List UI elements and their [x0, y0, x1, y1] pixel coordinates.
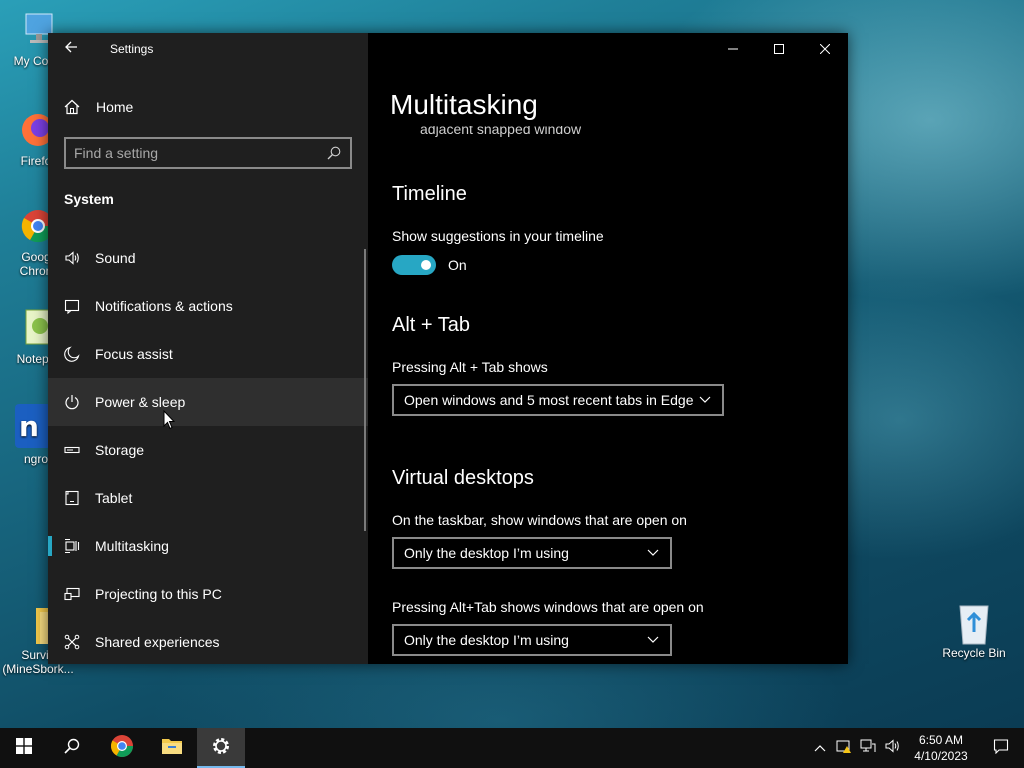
- sidebar-item-label: Tablet: [95, 490, 133, 506]
- toggle-knob: [421, 260, 431, 270]
- mouse-cursor-icon: [163, 409, 176, 430]
- system-nav-list: Sound Notifications & actions Focus assi…: [48, 234, 368, 666]
- sidebar-item-shared-experiences[interactable]: Shared experiences: [48, 618, 368, 666]
- warning-icon: [836, 738, 852, 759]
- sidebar-item-tablet[interactable]: Tablet: [48, 474, 368, 522]
- sidebar-item-multitasking[interactable]: Multitasking: [48, 522, 368, 570]
- sidebar-item-label: Multitasking: [95, 538, 169, 554]
- sidebar-item-label: Sound: [95, 250, 136, 266]
- back-button[interactable]: [48, 33, 94, 65]
- home-nav[interactable]: Home: [48, 87, 368, 127]
- settings-content: Multitasking adjacent snapped window Tim…: [368, 33, 848, 664]
- chrome-icon: [110, 734, 134, 763]
- alt-tab-label: Pressing Alt + Tab shows: [392, 359, 548, 375]
- notifications-icon: [993, 738, 1009, 759]
- toggle-state: On: [448, 257, 467, 273]
- sidebar-item-power-sleep[interactable]: Power & sleep: [48, 378, 368, 426]
- power-icon: [64, 394, 80, 410]
- sidebar-item-focus-assist[interactable]: Focus assist: [48, 330, 368, 378]
- timeline-toggle[interactable]: [392, 255, 436, 275]
- sidebar-scrollbar[interactable]: [364, 249, 366, 531]
- taskbar-file-explorer[interactable]: [148, 728, 196, 768]
- alttab-windows-dropdown[interactable]: Only the desktop I’m using: [392, 624, 672, 656]
- ngrok-icon: n: [15, 404, 51, 448]
- chevron-down-icon: [698, 393, 712, 407]
- dropdown-value: Only the desktop I’m using: [404, 632, 569, 648]
- dropdown-value: Only the desktop I’m using: [404, 545, 569, 561]
- alt-tab-dropdown[interactable]: Open windows and 5 most recent tabs in E…: [392, 384, 724, 416]
- sidebar-item-notifications[interactable]: Notifications & actions: [48, 282, 368, 330]
- back-arrow-icon: [64, 40, 78, 59]
- taskbar-settings[interactable]: [197, 728, 245, 768]
- taskbar-windows-dropdown[interactable]: Only the desktop I’m using: [392, 537, 672, 569]
- search-input[interactable]: [74, 145, 326, 161]
- taskbar-search-button[interactable]: [48, 728, 96, 768]
- volume-button[interactable]: [880, 728, 904, 768]
- desktop-icon-recycle-bin[interactable]: Recycle Bin: [938, 602, 1010, 660]
- alt-tab-heading: Alt + Tab: [392, 314, 471, 336]
- gear-icon: [211, 736, 231, 761]
- sidebar-item-sound[interactable]: Sound: [48, 234, 368, 282]
- home-label: Home: [96, 99, 134, 115]
- search-icon: [64, 738, 80, 759]
- folder-icon: [161, 737, 183, 760]
- section-title: System: [64, 191, 114, 207]
- taskbar-chrome[interactable]: [98, 728, 146, 768]
- page-title: Multitasking: [390, 89, 538, 120]
- cut-off-text: adjacent snapped window: [420, 121, 582, 137]
- multitasking-icon: [64, 538, 80, 554]
- desktop-icon-label: Recycle Bin: [942, 646, 1006, 660]
- taskbar-windows-label: On the taskbar, show windows that are op…: [392, 512, 687, 528]
- taskbar: 6:50 AM 4/10/2023: [0, 728, 1024, 768]
- network-button[interactable]: [856, 728, 880, 768]
- timeline-toggle-row: On: [392, 255, 467, 275]
- alttab-windows-label: Pressing Alt+Tab shows windows that are …: [392, 599, 704, 615]
- sidebar-item-label: Power & sleep: [95, 394, 186, 410]
- shared-icon: [64, 634, 80, 650]
- windows-logo-icon: [16, 737, 32, 759]
- home-icon: [64, 99, 80, 115]
- chevron-up-icon: [814, 739, 826, 757]
- taskbar-clock[interactable]: 6:50 AM 4/10/2023: [908, 732, 974, 764]
- tray-alert-icon-button[interactable]: [832, 728, 856, 768]
- storage-icon: [64, 442, 80, 458]
- notifications-icon: [64, 298, 80, 314]
- clock-time: 6:50 AM: [918, 733, 964, 747]
- chevron-down-icon: [646, 546, 660, 560]
- clock-date: 4/10/2023: [914, 749, 968, 763]
- settings-window: Settings Home System Sound: [48, 33, 848, 664]
- speaker-icon: [884, 738, 900, 759]
- sidebar-item-projecting[interactable]: Projecting to this PC: [48, 570, 368, 618]
- network-icon: [860, 738, 876, 759]
- selection-indicator: [48, 536, 52, 556]
- sidebar-item-label: Focus assist: [95, 346, 173, 362]
- timeline-label: Show suggestions in your timeline: [392, 228, 604, 244]
- projecting-icon: [64, 586, 80, 602]
- sidebar-item-storage[interactable]: Storage: [48, 426, 368, 474]
- action-center-button[interactable]: [978, 728, 1024, 768]
- search-icon[interactable]: [326, 145, 342, 161]
- sidebar-item-label: Shared experiences: [95, 634, 220, 650]
- chevron-down-icon: [646, 633, 660, 647]
- sidebar-item-label: Projecting to this PC: [95, 586, 222, 602]
- app-title: Settings: [110, 42, 154, 56]
- speaker-icon: [64, 250, 80, 266]
- sidebar-item-label: Storage: [95, 442, 145, 458]
- system-tray: 6:50 AM 4/10/2023: [808, 728, 1024, 768]
- timeline-heading: Timeline: [392, 183, 467, 205]
- settings-sidebar: Settings Home System Sound: [48, 33, 368, 664]
- start-button[interactable]: [0, 728, 48, 768]
- recycle-bin-icon: [954, 602, 994, 645]
- sidebar-item-label: Notifications & actions: [95, 298, 233, 314]
- virtual-desktops-heading: Virtual desktops: [392, 467, 534, 489]
- show-hidden-icons-button[interactable]: [808, 728, 832, 768]
- dropdown-value: Open windows and 5 most recent tabs in E…: [404, 392, 694, 408]
- svg-text:n: n: [19, 410, 39, 443]
- search-box: [64, 137, 352, 169]
- moon-icon: [64, 346, 80, 362]
- title-bar: Settings: [48, 33, 368, 65]
- tablet-icon: [64, 490, 80, 506]
